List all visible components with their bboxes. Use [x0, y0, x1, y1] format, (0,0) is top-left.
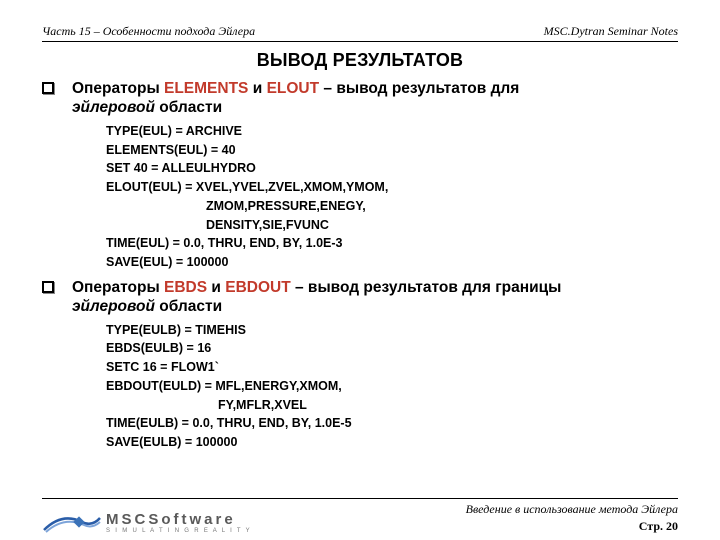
header-left: Часть 15 – Особенности подхода Эйлера — [42, 24, 255, 39]
code-line: TIME(EUL) = 0.0, THRU, END, BY, 1.0E-3 — [106, 234, 678, 253]
code-line: ELEMENTS(EUL) = 40 — [106, 141, 678, 160]
header-row: Часть 15 – Особенности подхода Эйлера MS… — [42, 24, 678, 39]
keyword-elements: ELEMENTS — [164, 80, 248, 97]
text: Операторы — [72, 279, 164, 296]
header-underline — [42, 41, 678, 42]
text: – вывод результатов для — [319, 80, 519, 97]
bullet-text-2: Операторы EBDS и EBDOUT – вывод результа… — [72, 278, 561, 317]
code-line: DENSITY,SIE,FVUNC — [106, 216, 678, 235]
code-line: SAVE(EUL) = 100000 — [106, 253, 678, 272]
square-bullet-icon — [42, 281, 54, 293]
code-line: ELOUT(EUL) = XVEL,YVEL,ZVEL,XMOM,YMOM, — [106, 178, 678, 197]
header-right: MSC.Dytran Seminar Notes — [544, 24, 678, 39]
page-title: ВЫВОД РЕЗУЛЬТАТОВ — [42, 50, 678, 71]
keyword-elout: ELOUT — [267, 80, 320, 97]
code-line: SET 40 = ALLEULHYDRO — [106, 159, 678, 178]
keyword-ebdout: EBDOUT — [225, 279, 290, 296]
logo-main: MSC — [106, 511, 148, 528]
footer-right: Введение в использование метода Эйлера С… — [466, 502, 678, 534]
footer-line — [42, 498, 678, 499]
bullet-section-2: Операторы EBDS и EBDOUT – вывод результа… — [42, 278, 678, 317]
footer-intro: Введение в использование метода Эйлера — [466, 502, 678, 517]
code-line: EBDS(EULB) = 16 — [106, 339, 678, 358]
square-bullet-icon — [42, 82, 54, 94]
code-line: FY,MFLR,XVEL — [106, 396, 678, 415]
logo-soft: Software — [148, 511, 235, 528]
code-line: SETC 16 = FLOW1` — [106, 358, 678, 377]
italic-word: эйлеровой — [72, 99, 155, 116]
logo: MSCSoftware S I M U L A T I N G R E A L … — [42, 510, 251, 534]
code-block-1: TYPE(EUL) = ARCHIVE ELEMENTS(EUL) = 40 S… — [106, 122, 678, 272]
text: Операторы — [72, 80, 164, 97]
footer-row: MSCSoftware S I M U L A T I N G R E A L … — [42, 502, 678, 534]
code-line: TYPE(EUL) = ARCHIVE — [106, 122, 678, 141]
slide-page: Часть 15 – Особенности подхода Эйлера MS… — [0, 0, 720, 540]
text: области — [155, 298, 222, 315]
page-number: Стр. 20 — [466, 519, 678, 534]
logo-tagline: S I M U L A T I N G R E A L I T Y — [106, 528, 251, 534]
bullet-text-1: Операторы ELEMENTS и ELOUT – вывод резул… — [72, 79, 519, 118]
footer: MSCSoftware S I M U L A T I N G R E A L … — [42, 498, 678, 534]
page-num: 20 — [666, 519, 678, 533]
text: и — [248, 80, 266, 97]
text: – вывод результатов для границы — [291, 279, 562, 296]
text: области — [155, 99, 222, 116]
keyword-ebds: EBDS — [164, 279, 207, 296]
code-line: SAVE(EULB) = 100000 — [106, 433, 678, 452]
code-line: TYPE(EULB) = TIMEHIS — [106, 321, 678, 340]
code-line: TIME(EULB) = 0.0, THRU, END, BY, 1.0E-5 — [106, 414, 678, 433]
code-line: EBDOUT(EULD) = MFL,ENERGY,XMOM, — [106, 377, 678, 396]
code-block-2: TYPE(EULB) = TIMEHIS EBDS(EULB) = 16 SET… — [106, 321, 678, 452]
code-line: ZMOM,PRESSURE,ENEGY, — [106, 197, 678, 216]
italic-word: эйлеровой — [72, 298, 155, 315]
logo-swoosh-icon — [42, 510, 102, 534]
logo-text: MSCSoftware S I M U L A T I N G R E A L … — [106, 511, 251, 534]
page-label: Стр. — [639, 519, 666, 533]
text: и — [207, 279, 225, 296]
bullet-section-1: Операторы ELEMENTS и ELOUT – вывод резул… — [42, 79, 678, 118]
